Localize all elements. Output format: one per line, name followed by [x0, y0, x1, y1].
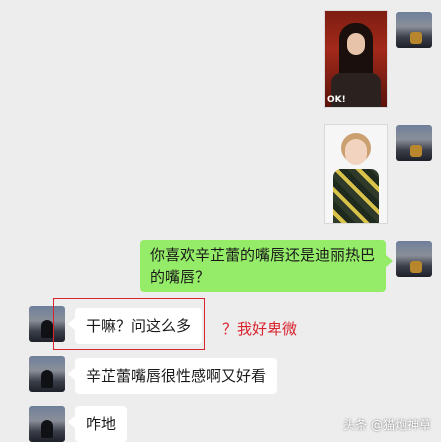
highlight-box [53, 298, 205, 350]
avatar-figure-icon [410, 145, 422, 157]
sent-message-text: 你喜欢辛芷蕾的嘴唇还是迪丽热巴的嘴唇？ [150, 246, 376, 286]
bubble-tail [386, 255, 393, 267]
annotation-text: ？我好卑微 [222, 320, 298, 338]
bubble-tail [68, 416, 75, 428]
received-message-text-3: 咋地 [86, 415, 117, 433]
avatar-figure-icon [41, 420, 53, 438]
sent-photo-2[interactable] [324, 124, 388, 224]
received-message-bubble-3[interactable]: 咋地 [75, 406, 128, 442]
my-avatar-2[interactable] [396, 125, 432, 161]
contact-avatar-3[interactable] [29, 406, 65, 442]
avatar-figure-icon [41, 370, 53, 388]
sent-message-bubble[interactable]: 你喜欢辛芷蕾的嘴唇还是迪丽热巴的嘴唇？ [140, 240, 386, 292]
avatar-figure-icon [410, 261, 422, 273]
sent-photo-1[interactable]: OK! [324, 10, 388, 108]
received-message-bubble-2[interactable]: 辛芷蕾嘴唇很性感啊又好看 [75, 358, 278, 394]
my-avatar-3[interactable] [396, 241, 432, 277]
bubble-tail [68, 368, 75, 380]
photo-caption: OK! [327, 95, 346, 105]
my-avatar-1[interactable] [396, 12, 432, 48]
received-message-text-2: 辛芷蕾嘴唇很性感啊又好看 [86, 367, 267, 385]
contact-avatar-2[interactable] [29, 356, 65, 392]
watermark: 头条 @猫炮神草 [343, 418, 431, 432]
avatar-figure-icon [410, 32, 422, 44]
avatar-figure-icon [41, 320, 53, 338]
